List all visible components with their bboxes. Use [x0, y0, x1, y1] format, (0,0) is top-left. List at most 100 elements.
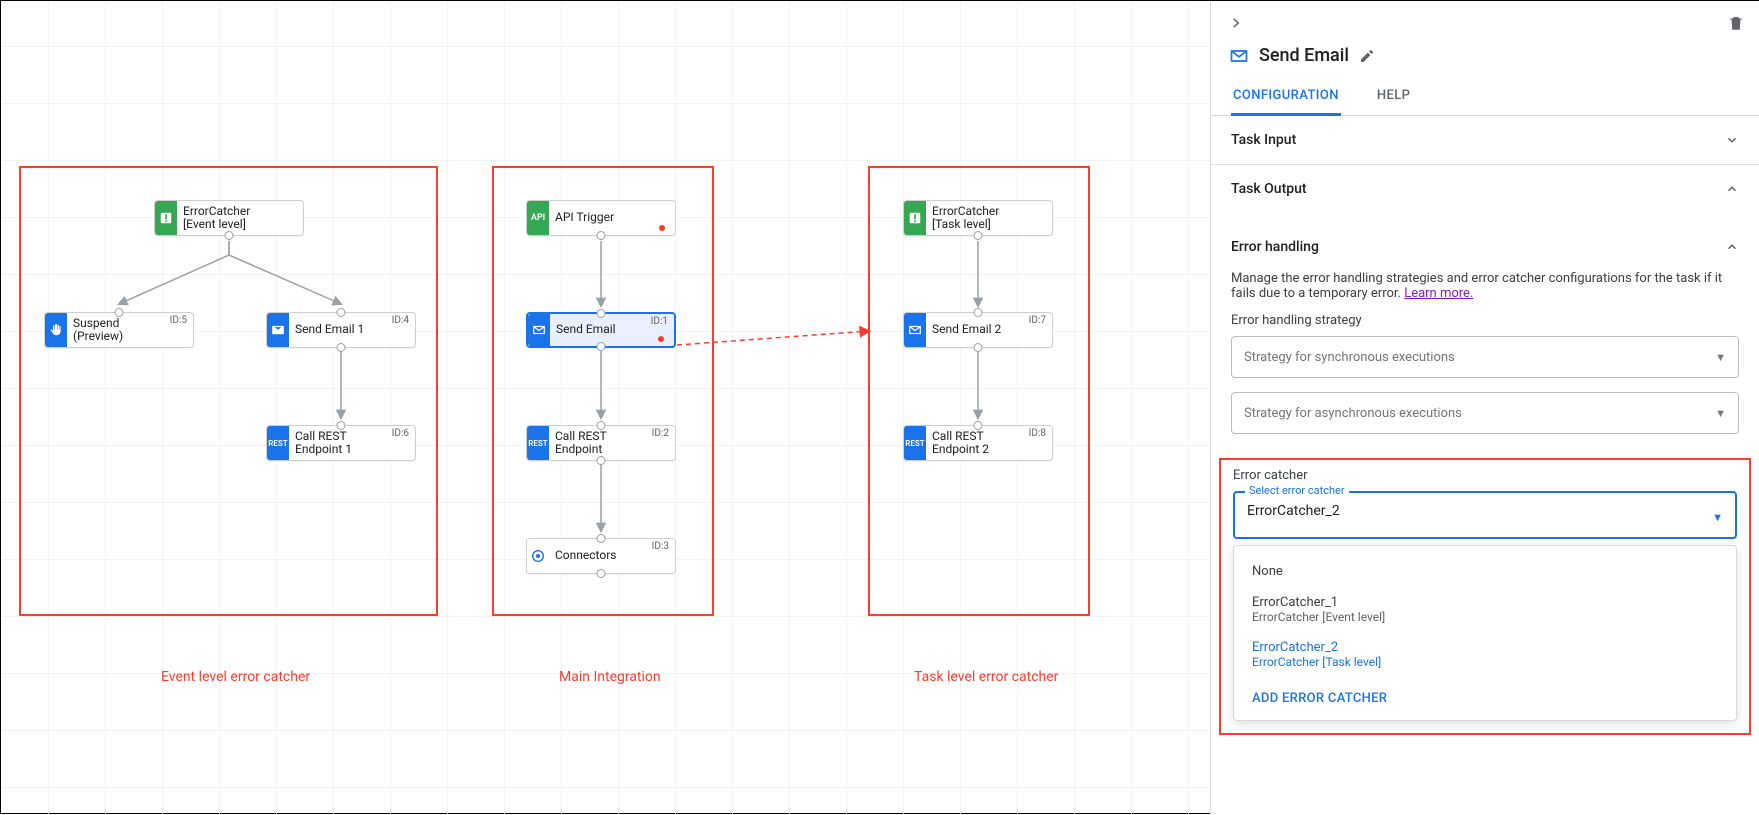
rest-icon: REST — [527, 426, 549, 460]
port-top[interactable] — [597, 421, 606, 430]
section-title: Task Input — [1231, 132, 1296, 148]
delete-icon[interactable] — [1727, 14, 1745, 32]
section-task-input[interactable]: Task Input — [1211, 116, 1759, 165]
node-id: ID:8 — [1029, 428, 1046, 439]
node-sublabel: Endpoint 2 — [932, 443, 989, 456]
sync-strategy-select[interactable]: Strategy for synchronous executions ▼ — [1231, 336, 1739, 378]
api-icon: API — [527, 201, 549, 235]
error-handling-description: Manage the error handling strategies and… — [1231, 271, 1722, 301]
node-id: ID:7 — [1029, 315, 1046, 326]
port-bottom[interactable] — [597, 456, 606, 465]
chevron-up-icon — [1725, 182, 1739, 196]
port-bottom[interactable] — [974, 231, 983, 240]
node-api-trigger[interactable]: API API Trigger — [526, 200, 676, 236]
async-strategy-select[interactable]: Strategy for asynchronous executions ▼ — [1231, 392, 1739, 434]
connectors-icon — [527, 539, 549, 573]
error-indicator-icon — [658, 336, 664, 342]
port-bottom[interactable] — [597, 569, 606, 578]
collapse-icon[interactable] — [1225, 12, 1247, 34]
integration-canvas[interactable]: Event level error catcher Main Integrati… — [1, 1, 1210, 815]
error-icon — [904, 201, 926, 235]
node-label: Send Email — [556, 323, 616, 336]
port-top[interactable] — [974, 421, 983, 430]
select-placeholder: Strategy for asynchronous executions — [1244, 406, 1462, 421]
port-bottom[interactable] — [597, 342, 606, 351]
port-top[interactable] — [337, 421, 346, 430]
dropdown-option-2[interactable]: ErrorCatcher_2 — [1234, 632, 1736, 655]
node-rest-endpoint-2[interactable]: REST Call RESTEndpoint 2 ID:8 — [903, 425, 1053, 461]
task-details-panel: Send Email CONFIGURATION HELP Task Input… — [1210, 1, 1759, 815]
mail-icon — [267, 313, 289, 347]
port-top[interactable] — [974, 308, 983, 317]
select-value: ErrorCatcher_2 — [1247, 503, 1340, 519]
edit-icon[interactable] — [1359, 48, 1375, 64]
error-icon — [155, 201, 177, 235]
node-sublabel: [Task level] — [932, 218, 999, 231]
zone-label-task: Task level error catcher — [914, 669, 1058, 685]
node-label: Send Email 2 — [932, 323, 1001, 336]
port-bottom[interactable] — [597, 231, 606, 240]
node-rest-endpoint[interactable]: REST Call RESTEndpoint ID:2 — [526, 425, 676, 461]
select-placeholder: Strategy for synchronous executions — [1244, 350, 1455, 365]
strategy-label: Error handling strategy — [1231, 313, 1739, 328]
dropdown-arrow-icon: ▼ — [1715, 407, 1726, 420]
node-send-email-2[interactable]: Send Email 2 ID:7 — [903, 312, 1053, 348]
error-catcher-label: Error catcher — [1233, 468, 1737, 483]
port-bottom[interactable] — [974, 343, 983, 352]
node-id: ID:3 — [652, 541, 669, 552]
node-sublabel: (Preview) — [73, 330, 123, 343]
zone-label-event: Event level error catcher — [161, 669, 310, 685]
node-sublabel: Endpoint 1 — [295, 443, 352, 456]
hand-icon — [45, 313, 67, 347]
node-sublabel: [Event level] — [183, 218, 250, 231]
node-connectors[interactable]: Connectors ID:3 — [526, 538, 676, 574]
error-indicator-icon — [659, 225, 665, 231]
learn-more-link[interactable]: Learn more. — [1404, 286, 1473, 301]
zone-label-main: Main Integration — [559, 669, 661, 685]
dropdown-option-1[interactable]: ErrorCatcher_1 — [1234, 587, 1736, 610]
dropdown-option-none[interactable]: None — [1234, 556, 1736, 587]
node-label: Connectors — [555, 549, 616, 562]
mail-icon — [904, 313, 926, 347]
node-send-email[interactable]: Send Email ID:1 — [526, 312, 676, 348]
node-id: ID:1 — [651, 316, 668, 327]
port-top[interactable] — [597, 534, 606, 543]
node-rest-endpoint-1[interactable]: REST Call RESTEndpoint 1 ID:6 — [266, 425, 416, 461]
section-task-output[interactable]: Task Output — [1211, 165, 1759, 213]
section-title: Error handling — [1231, 239, 1319, 255]
port-top[interactable] — [337, 308, 346, 317]
port-bottom[interactable] — [337, 343, 346, 352]
error-catcher-select[interactable]: Select error catcher ErrorCatcher_2 ▼ — [1233, 491, 1737, 539]
dropdown-option-2-sub[interactable]: ErrorCatcher [Task level] — [1234, 655, 1736, 677]
dropdown-option-1-sub[interactable]: ErrorCatcher [Event level] — [1234, 610, 1736, 632]
node-id: ID:6 — [392, 428, 409, 439]
section-title: Task Output — [1231, 181, 1307, 197]
tab-configuration[interactable]: CONFIGURATION — [1231, 78, 1341, 116]
node-suspend[interactable]: Suspend(Preview) ID:5 — [44, 312, 194, 348]
port-top[interactable] — [115, 308, 124, 317]
node-id: ID:4 — [392, 315, 409, 326]
dropdown-arrow-icon: ▼ — [1715, 351, 1726, 364]
node-sublabel: Endpoint — [555, 443, 607, 456]
mail-icon — [1229, 46, 1249, 66]
select-floating-label: Select error catcher — [1245, 484, 1349, 497]
node-errorcatcher-task[interactable]: ErrorCatcher[Task level] — [903, 200, 1053, 236]
rest-icon: REST — [904, 426, 926, 460]
chevron-down-icon — [1725, 133, 1739, 147]
mail-icon — [528, 314, 550, 346]
rest-icon: REST — [267, 426, 289, 460]
node-errorcatcher-event[interactable]: ErrorCatcher[Event level] — [154, 200, 304, 236]
tab-help[interactable]: HELP — [1375, 78, 1412, 115]
port-top[interactable] — [597, 309, 606, 318]
error-catcher-zone: Error catcher Select error catcher Error… — [1219, 458, 1751, 735]
error-catcher-dropdown: None ErrorCatcher_1 ErrorCatcher [Event … — [1233, 545, 1737, 721]
node-id: ID:5 — [170, 315, 187, 326]
node-id: ID:2 — [652, 428, 669, 439]
chevron-up-icon — [1725, 240, 1739, 254]
node-label: Send Email 1 — [295, 323, 364, 336]
node-send-email-1[interactable]: Send Email 1 ID:4 — [266, 312, 416, 348]
section-error-handling[interactable]: Error handling — [1211, 213, 1759, 271]
port-bottom[interactable] — [225, 231, 234, 240]
dropdown-arrow-icon: ▼ — [1712, 511, 1723, 524]
add-error-catcher-button[interactable]: ADD ERROR CATCHER — [1234, 677, 1736, 710]
